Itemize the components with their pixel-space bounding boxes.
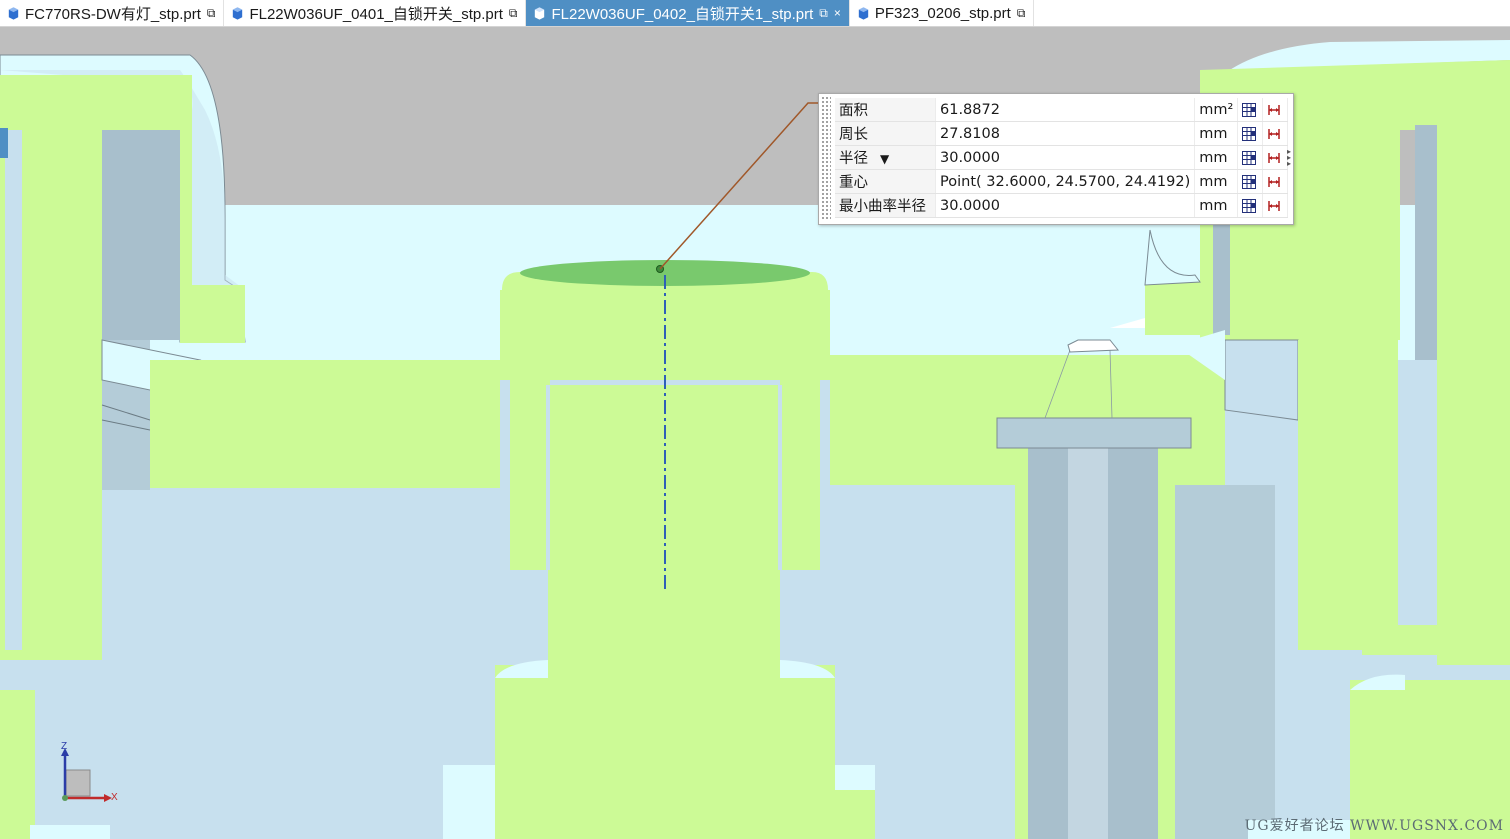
panel-expand-arrows-icon[interactable]: ▸ ▸ ▸ bbox=[1287, 148, 1291, 168]
z-axis-label: Z bbox=[61, 741, 68, 752]
dropdown-arrow-icon[interactable]: ▼ bbox=[880, 152, 889, 166]
popout-icon[interactable]: ⧉ bbox=[819, 6, 828, 21]
measure-row-area: 面积 61.8872 mm² bbox=[835, 98, 1289, 122]
coordinate-triad: Z X bbox=[52, 741, 132, 812]
tab-pf323-0206[interactable]: PF323_0206_stp.prt ⧉ bbox=[850, 0, 1035, 26]
measure-value[interactable]: Point( 32.6000, 24.5700, 24.4192) bbox=[935, 169, 1196, 194]
watermark-text: UG爱好者论坛 WWW.UGSNX.COM bbox=[1244, 818, 1504, 834]
close-icon[interactable]: × bbox=[834, 6, 841, 20]
measure-value[interactable]: 30.0000 bbox=[935, 145, 1196, 170]
tab-label: FC770RS-DW有灯_stp.prt bbox=[25, 5, 201, 23]
table-icon[interactable] bbox=[1237, 169, 1264, 194]
tab-label: PF323_0206_stp.prt bbox=[874, 4, 1011, 22]
panel-drag-handle[interactable] bbox=[821, 96, 831, 220]
measure-unit: mm² bbox=[1194, 98, 1239, 122]
table-icon[interactable] bbox=[1237, 193, 1264, 218]
measure-name-dropdown[interactable]: 半径 ▼ bbox=[835, 145, 936, 170]
measure-row-min-curvature-radius: 最小曲率半径 30.0000 mm bbox=[835, 193, 1289, 218]
part-file-icon bbox=[535, 6, 545, 20]
dimension-icon[interactable] bbox=[1262, 145, 1289, 170]
measure-table: 面积 61.8872 mm² 周长 27.8108 mm 半径 ▼ 30.0000… bbox=[835, 98, 1289, 218]
measure-name: 面积 bbox=[835, 98, 936, 122]
measure-unit: mm bbox=[1194, 145, 1239, 170]
part-file-icon bbox=[8, 6, 19, 20]
part-file-icon bbox=[858, 6, 869, 20]
measure-name: 重心 bbox=[835, 169, 936, 194]
tab-fl22w036uf-0402[interactable]: FL22W036UF_0402_自锁开关1_stp.prt ⧉ × bbox=[526, 0, 850, 26]
tab-label: FL22W036UF_0402_自锁开关1_stp.prt bbox=[551, 5, 814, 23]
table-icon[interactable] bbox=[1237, 121, 1264, 146]
tab-fl22w036uf-0401[interactable]: FL22W036UF_0401_自锁开关_stp.prt ⧉ bbox=[224, 0, 527, 26]
table-icon[interactable] bbox=[1237, 98, 1264, 122]
measure-result-panel: 面积 61.8872 mm² 周长 27.8108 mm 半径 ▼ 30.0000… bbox=[818, 93, 1294, 225]
measure-row-perimeter: 周长 27.8108 mm bbox=[835, 121, 1289, 146]
table-icon[interactable] bbox=[1237, 145, 1264, 170]
measure-name: 最小曲率半径 bbox=[835, 193, 936, 218]
dimension-icon[interactable] bbox=[1262, 121, 1289, 146]
measure-row-radius: 半径 ▼ 30.0000 mm bbox=[835, 145, 1289, 170]
measure-unit: mm bbox=[1194, 121, 1239, 146]
dimension-icon[interactable] bbox=[1262, 98, 1289, 122]
dimension-icon[interactable] bbox=[1262, 169, 1289, 194]
measure-unit: mm bbox=[1194, 169, 1239, 194]
measure-value[interactable]: 30.0000 bbox=[935, 193, 1196, 218]
tab-fc770rs[interactable]: FC770RS-DW有灯_stp.prt ⧉ bbox=[0, 0, 225, 26]
measure-name: 周长 bbox=[835, 121, 936, 146]
measure-name: 半径 bbox=[839, 151, 868, 167]
measure-value[interactable]: 27.8108 bbox=[935, 121, 1196, 146]
measure-value[interactable]: 61.8872 bbox=[935, 98, 1196, 122]
file-tab-bar: FC770RS-DW有灯_stp.prt ⧉ FL22W036UF_0401_自… bbox=[0, 0, 1510, 27]
tab-label: FL22W036UF_0401_自锁开关_stp.prt bbox=[249, 5, 503, 23]
triad-axes-icon bbox=[61, 748, 112, 802]
measure-row-centroid: 重心 Point( 32.6000, 24.5700, 24.4192) mm bbox=[835, 169, 1289, 194]
dimension-icon[interactable] bbox=[1262, 193, 1289, 218]
part-file-icon bbox=[233, 6, 243, 20]
popout-icon[interactable]: ⧉ bbox=[1017, 6, 1026, 21]
popout-icon[interactable]: ⧉ bbox=[509, 6, 518, 21]
x-axis-label: X bbox=[111, 792, 118, 803]
popout-icon[interactable]: ⧉ bbox=[207, 6, 216, 21]
measure-unit: mm bbox=[1194, 193, 1239, 218]
